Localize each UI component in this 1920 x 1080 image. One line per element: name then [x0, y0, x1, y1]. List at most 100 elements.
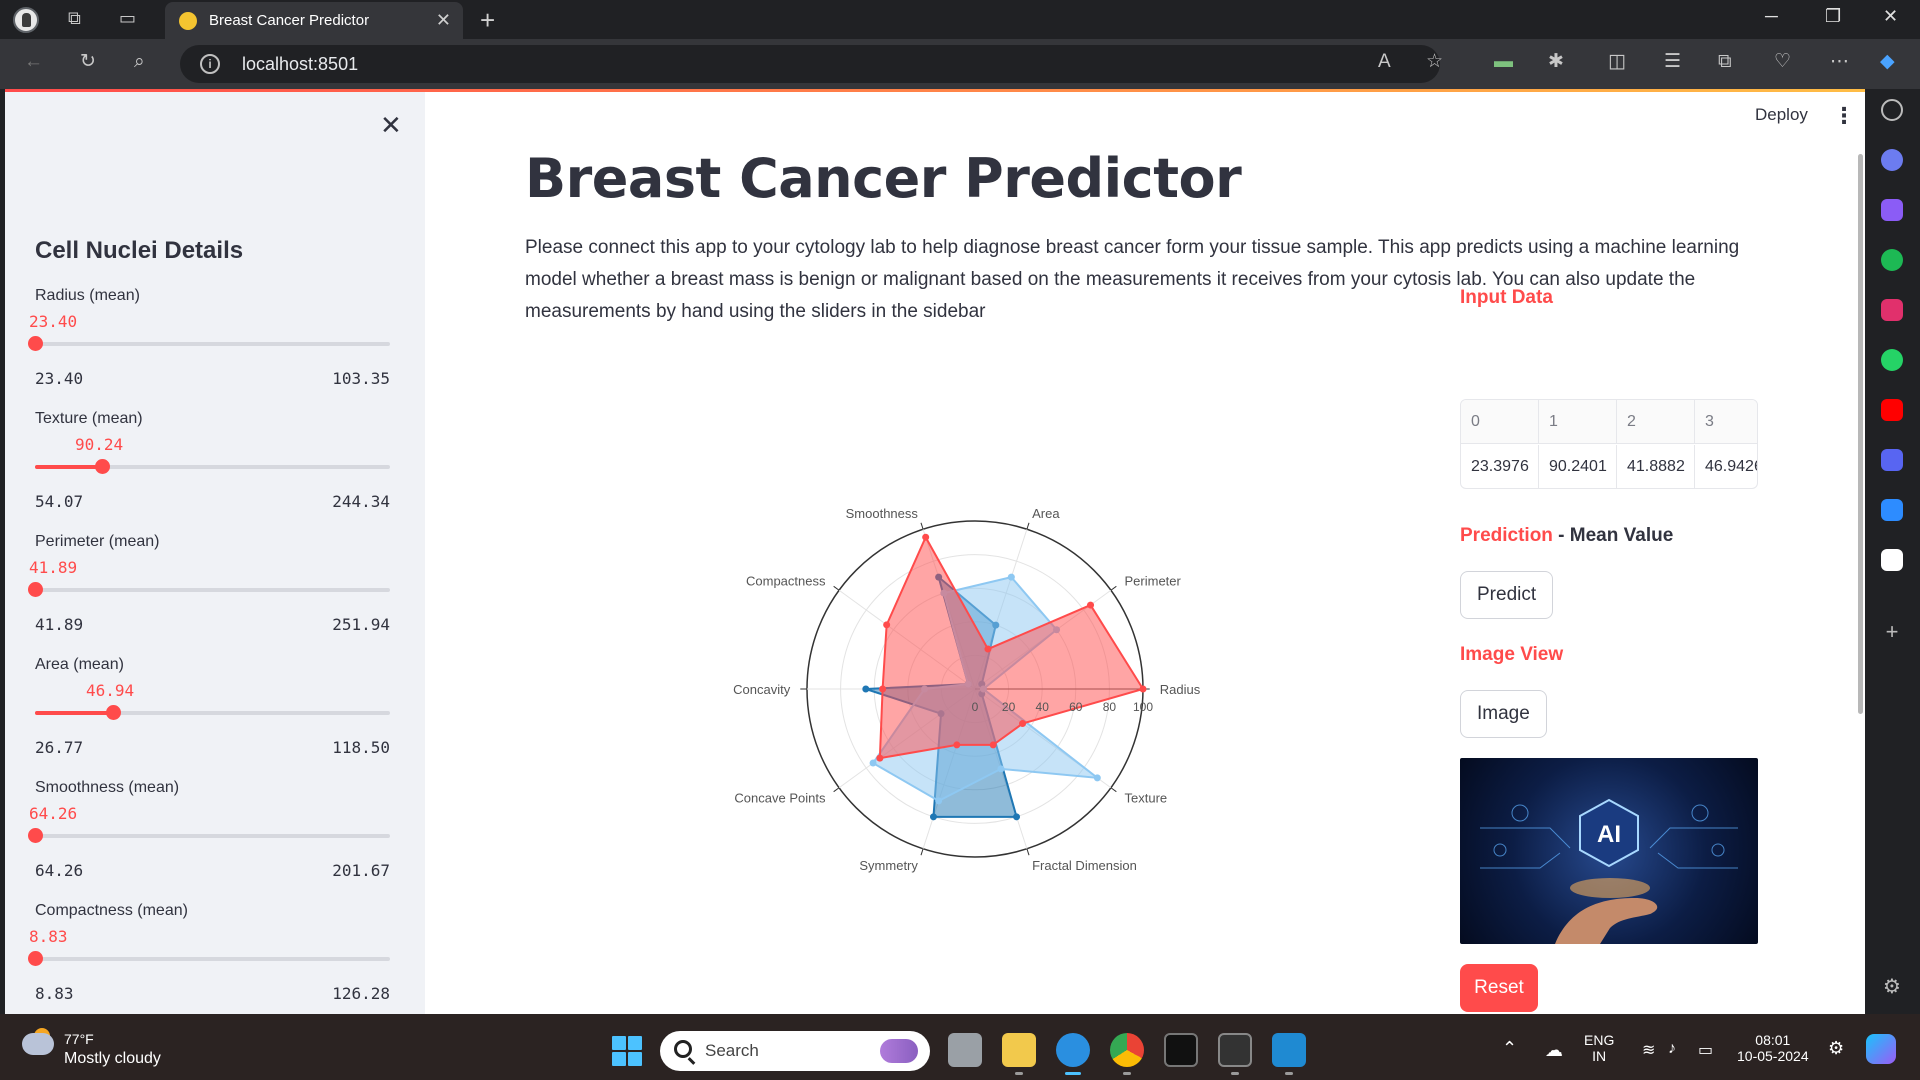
- deploy-button[interactable]: Deploy: [1755, 105, 1808, 125]
- radar-tick-label: 0: [972, 700, 979, 714]
- slider-thumb[interactable]: [28, 951, 43, 966]
- image-button[interactable]: Image: [1460, 690, 1547, 738]
- input-data-table[interactable]: 0 1 2 3 23.3976 90.2401 41.8882 46.9426: [1460, 399, 1758, 489]
- profile-avatar[interactable]: [13, 7, 39, 33]
- url-field[interactable]: i localhost:8501: [180, 45, 1440, 83]
- sidebar-search-icon[interactable]: [1881, 99, 1903, 121]
- slider-thumb[interactable]: [28, 828, 43, 843]
- tab-close-icon[interactable]: ✕: [436, 10, 451, 31]
- slider-smoothness-mean[interactable]: Smoothness (mean) 64.26 64.26 201.67: [28, 779, 390, 899]
- slider-perimeter-mean[interactable]: Perimeter (mean) 41.89 41.89 251.94: [28, 533, 390, 653]
- start-button-icon[interactable]: [612, 1036, 642, 1066]
- slider-track[interactable]: [35, 342, 390, 346]
- collections-icon[interactable]: ⧉: [1718, 52, 1732, 71]
- radar-point: [1019, 720, 1027, 728]
- slider-min: 8.83: [35, 984, 74, 1003]
- slider-compactness-mean[interactable]: Compactness (mean) 8.83 8.83 126.28: [28, 902, 390, 1014]
- wifi-icon[interactable]: ≋: [1642, 1040, 1655, 1060]
- file-explorer-icon[interactable]: [1002, 1033, 1036, 1067]
- radar-point: [1007, 573, 1015, 581]
- task-view-icon[interactable]: [948, 1033, 982, 1067]
- back-icon[interactable]: ←: [24, 52, 43, 71]
- radar-tick-mark: [1110, 787, 1117, 793]
- extension-card-icon[interactable]: ▬: [1494, 52, 1513, 71]
- address-bar: ← ↻ ⌕ i localhost:8501 A ☆ ▬ ✱ ◫ ☰ ⧉ ♡ ⋯…: [0, 39, 1920, 89]
- slider-texture-mean[interactable]: Texture (mean) 90.24 54.07 244.34: [35, 410, 390, 530]
- slider-thumb[interactable]: [106, 705, 121, 720]
- slider-label: Area (mean): [35, 656, 124, 673]
- chatgpt-icon[interactable]: [1881, 549, 1903, 571]
- chrome-icon[interactable]: [1110, 1033, 1144, 1067]
- radar-tick-label: 40: [1036, 700, 1050, 714]
- site-info-icon[interactable]: i: [200, 54, 220, 74]
- slider-track[interactable]: [35, 957, 390, 961]
- clock-time: 08:01: [1755, 1032, 1791, 1048]
- new-tab-icon[interactable]: +: [480, 5, 495, 36]
- split-screen-icon[interactable]: ◫: [1608, 52, 1626, 71]
- tray-chevron-icon[interactable]: ⌃: [1502, 1038, 1517, 1059]
- search-icon[interactable]: ⌕: [134, 52, 145, 71]
- prediction-heading: Prediction - Mean Value: [1460, 525, 1673, 547]
- slider-thumb[interactable]: [28, 582, 43, 597]
- radar-point: [862, 685, 870, 693]
- whatsapp-icon[interactable]: [1881, 349, 1903, 371]
- edge-browser-icon[interactable]: [1056, 1033, 1090, 1067]
- slider-thumb[interactable]: [95, 459, 110, 474]
- onedrive-cloud-icon[interactable]: ☁: [1545, 1040, 1563, 1061]
- radar-axis-label: Compactness: [746, 573, 826, 588]
- clock-date: 10-05-2024: [1737, 1048, 1809, 1064]
- instagram-icon[interactable]: [1881, 299, 1903, 321]
- read-aloud-icon[interactable]: A: [1378, 52, 1391, 71]
- settings-more-icon[interactable]: ⋯: [1830, 52, 1849, 71]
- restore-icon[interactable]: ❐: [1825, 6, 1841, 27]
- sidebar-settings-icon[interactable]: ⚙: [1881, 974, 1903, 998]
- tab-actions-icon[interactable]: ▭: [119, 9, 136, 27]
- main-menu-icon[interactable]: ⋮: [1833, 103, 1855, 129]
- refresh-icon[interactable]: ↻: [80, 52, 96, 71]
- browser-health-icon[interactable]: ♡: [1774, 52, 1791, 71]
- workspaces-icon[interactable]: ⧉: [68, 9, 81, 27]
- radar-series-group: [862, 533, 1147, 821]
- prediction-heading-text: Prediction: [1460, 525, 1553, 546]
- sidebar-discover-icon[interactable]: [1881, 149, 1903, 171]
- command-prompt-icon[interactable]: [1218, 1033, 1252, 1067]
- terminal-icon[interactable]: [1164, 1033, 1198, 1067]
- slider-value: 46.94: [86, 681, 135, 700]
- clock[interactable]: 08:01 10-05-2024: [1737, 1032, 1809, 1064]
- slider-track[interactable]: [35, 834, 390, 838]
- slider-radius-mean[interactable]: Radius (mean) 23.40 23.40 103.35: [28, 287, 390, 407]
- language-indicator[interactable]: ENG IN: [1584, 1032, 1614, 1064]
- slider-area-mean[interactable]: Area (mean) 46.94 26.77 118.50: [35, 656, 390, 776]
- active-tab[interactable]: Breast Cancer Predictor ✕: [165, 2, 463, 39]
- zoom-icon[interactable]: [1881, 499, 1903, 521]
- minimize-icon[interactable]: ─: [1765, 6, 1778, 27]
- favorite-star-icon[interactable]: ☆: [1426, 52, 1443, 71]
- notification-settings-icon[interactable]: ⚙: [1828, 1038, 1844, 1059]
- sidebar-designer-icon[interactable]: [1881, 199, 1903, 221]
- battery-icon[interactable]: ▭: [1698, 1040, 1713, 1060]
- slider-thumb[interactable]: [28, 336, 43, 351]
- slider-min: 64.26: [35, 861, 84, 880]
- radar-tick-mark: [920, 848, 924, 856]
- slider-track[interactable]: [35, 588, 390, 592]
- reset-button[interactable]: Reset: [1460, 964, 1538, 1012]
- slider-label: Texture (mean): [35, 410, 143, 427]
- spotify-icon[interactable]: [1881, 249, 1903, 271]
- taskbar-search[interactable]: Search: [660, 1031, 930, 1071]
- discord-icon[interactable]: [1881, 449, 1903, 471]
- favorites-icon[interactable]: ☰: [1664, 52, 1681, 71]
- predict-button[interactable]: Predict: [1460, 571, 1554, 619]
- vscode-icon[interactable]: [1272, 1033, 1306, 1067]
- copilot-taskbar-icon[interactable]: [1866, 1034, 1896, 1064]
- sidebar-add-icon[interactable]: +: [1881, 619, 1903, 644]
- volume-icon[interactable]: ♪: [1668, 1040, 1676, 1058]
- copilot-icon[interactable]: ◆: [1880, 52, 1895, 71]
- slider-max: 244.34: [332, 492, 390, 511]
- youtube-icon[interactable]: [1881, 399, 1903, 421]
- extensions-icon[interactable]: ✱: [1548, 52, 1564, 71]
- sidebar-close-icon[interactable]: ✕: [380, 110, 402, 141]
- window-close-icon[interactable]: ✕: [1883, 6, 1898, 27]
- radar-point: [984, 645, 992, 653]
- radar-axis-label: Concavity: [733, 682, 791, 697]
- page-scrollbar[interactable]: [1858, 154, 1863, 714]
